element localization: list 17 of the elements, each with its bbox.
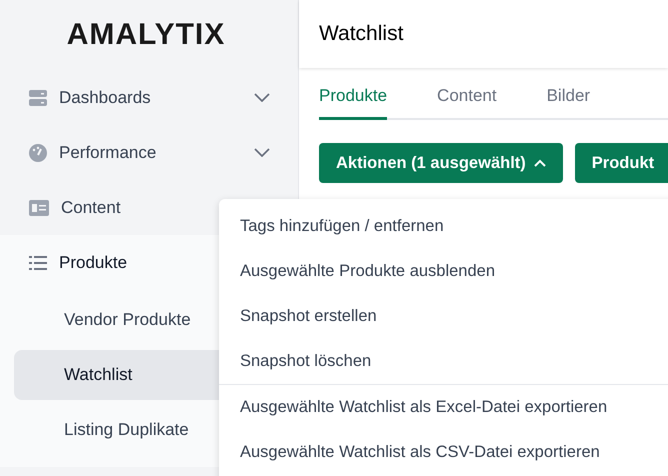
logo: AMALYTIX	[66, 18, 226, 52]
tab[interactable]: Bilder	[546, 76, 590, 120]
tab[interactable]: Content	[437, 76, 497, 120]
nav-item[interactable]: Dashboards	[0, 70, 298, 125]
nav-item[interactable]: Performance	[0, 125, 298, 180]
menu-item[interactable]: Ausgewählte Watchlist als CSV-Datei exportieren	[219, 430, 668, 475]
tab[interactable]: Produkte	[319, 76, 388, 120]
action-button[interactable]: Aktionen (1 ausgewählt)	[319, 143, 563, 183]
server-icon	[29, 90, 47, 106]
gauge-icon	[29, 144, 47, 162]
id-card-icon	[29, 200, 49, 216]
list-icon	[29, 256, 47, 270]
menu-item[interactable]: Snapshot erstellen	[219, 294, 668, 339]
menu-item[interactable]: Tags hinzufügen / entfernen	[219, 204, 668, 249]
page-title: Watchlist	[319, 22, 404, 46]
action-button[interactable]: Produkt	[574, 143, 668, 183]
menu-item[interactable]: Ausgewählte Produkte ausblenden	[219, 249, 668, 294]
